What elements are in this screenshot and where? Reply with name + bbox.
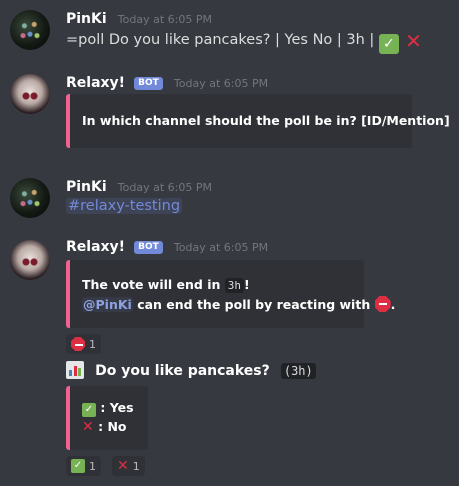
poll-duration: (3h) xyxy=(280,363,316,379)
avatar[interactable] xyxy=(10,178,50,218)
option-label: : No xyxy=(98,419,127,434)
timestamp: Today at 6:05 PM xyxy=(117,181,212,194)
message-text: =poll Do you like pancakes? | Yes No | 3… xyxy=(66,32,375,48)
cross-mark-icon: ✕ xyxy=(117,458,129,474)
username[interactable]: PinKi xyxy=(66,179,107,195)
message-content: #relaxy-testing xyxy=(66,196,183,216)
message-2: Relaxy! BOT Today at 6:05 PM In which ch… xyxy=(0,70,459,150)
poll-option-yes: ✓ : Yes xyxy=(82,399,134,417)
embed-text: can end the poll by reacting with xyxy=(137,297,371,312)
white-check-mark-icon: ✓ xyxy=(71,459,85,473)
message-3: PinKi Today at 6:05 PM #relaxy-testing xyxy=(0,174,459,218)
message-header: PinKi Today at 6:05 PM xyxy=(66,8,212,28)
username[interactable]: Relaxy! xyxy=(66,75,125,91)
timestamp: Today at 6:05 PM xyxy=(173,241,269,254)
bot-tag: BOT xyxy=(134,77,163,90)
stop-sign-icon xyxy=(374,296,391,312)
reaction-stop-sign[interactable]: 1 xyxy=(66,334,101,354)
timestamp: Today at 6:05 PM xyxy=(117,13,212,26)
bar-chart-icon xyxy=(66,361,84,379)
white-check-mark-icon: ✓ xyxy=(82,403,96,417)
poll: Do you like pancakes? (3h) ✓ : Yes ✕ : N… xyxy=(0,360,459,486)
reaction-count: 1 xyxy=(132,459,140,473)
embed: The vote will end in 3h! @PinKi can end … xyxy=(66,260,395,328)
message-header: Relaxy! BOT Today at 6:05 PM xyxy=(66,72,268,92)
poll-option-no: ✕ : No xyxy=(82,418,127,436)
username[interactable]: PinKi xyxy=(66,11,107,27)
option-label: : Yes xyxy=(100,400,134,415)
poll-embed: ✓ : Yes ✕ : No xyxy=(66,386,148,450)
reaction-check[interactable]: ✓ 1 xyxy=(66,456,101,476)
message-1: PinKi Today at 6:05 PM =poll Do you like… xyxy=(0,6,459,54)
timestamp: Today at 6:05 PM xyxy=(173,77,269,90)
poll-title: Do you like pancakes? xyxy=(95,363,270,379)
poll-header: Do you like pancakes? (3h) xyxy=(66,360,316,380)
embed-text: The vote will end in xyxy=(82,277,221,292)
message-header: Relaxy! BOT Today at 6:05 PM xyxy=(66,236,268,256)
username[interactable]: Relaxy! xyxy=(66,239,125,255)
embed-line-2: @PinKi can end the poll by reacting with… xyxy=(82,296,395,314)
channel-mention[interactable]: #relaxy-testing xyxy=(66,198,183,214)
message-content: =poll Do you like pancakes? | Yes No | 3… xyxy=(66,30,424,54)
inline-code: 3h xyxy=(224,278,245,293)
embed: In which channel should the poll be in? … xyxy=(66,94,450,148)
embed-text: ! xyxy=(244,277,250,292)
embed-line-1: The vote will end in 3h! xyxy=(82,276,250,295)
cross-mark-icon: ✕ xyxy=(82,419,94,435)
avatar[interactable] xyxy=(10,10,50,50)
user-mention[interactable]: @PinKi xyxy=(82,297,133,312)
embed-text: In which channel should the poll be in? … xyxy=(82,113,450,128)
bot-tag: BOT xyxy=(134,241,163,254)
cross-mark-icon: ✕ xyxy=(405,29,422,53)
avatar[interactable] xyxy=(10,74,50,114)
avatar[interactable] xyxy=(10,240,50,280)
message-header: PinKi Today at 6:05 PM xyxy=(66,176,212,196)
embed-text: . xyxy=(390,297,396,312)
stop-sign-icon xyxy=(71,337,85,351)
reaction-count: 1 xyxy=(89,459,96,473)
reaction-cross[interactable]: ✕ 1 xyxy=(112,456,145,476)
message-4: Relaxy! BOT Today at 6:05 PM The vote wi… xyxy=(0,236,459,356)
white-check-mark-icon: ✓ xyxy=(378,34,399,54)
reaction-count: 1 xyxy=(89,337,96,351)
